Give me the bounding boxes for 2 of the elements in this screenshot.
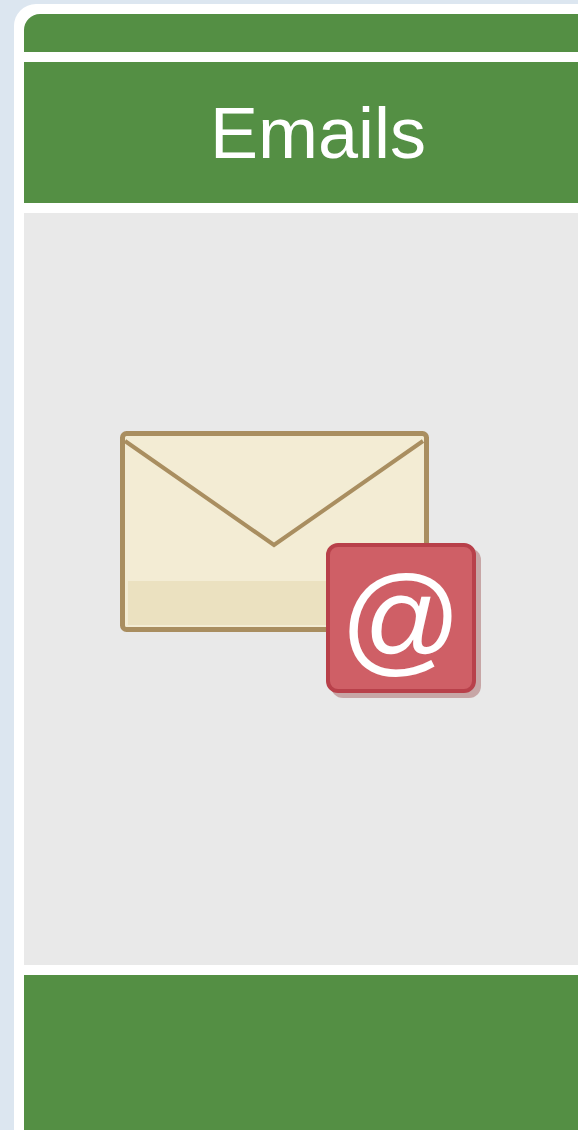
panel-title: Emails	[210, 96, 427, 169]
at-badge: @	[326, 543, 476, 693]
